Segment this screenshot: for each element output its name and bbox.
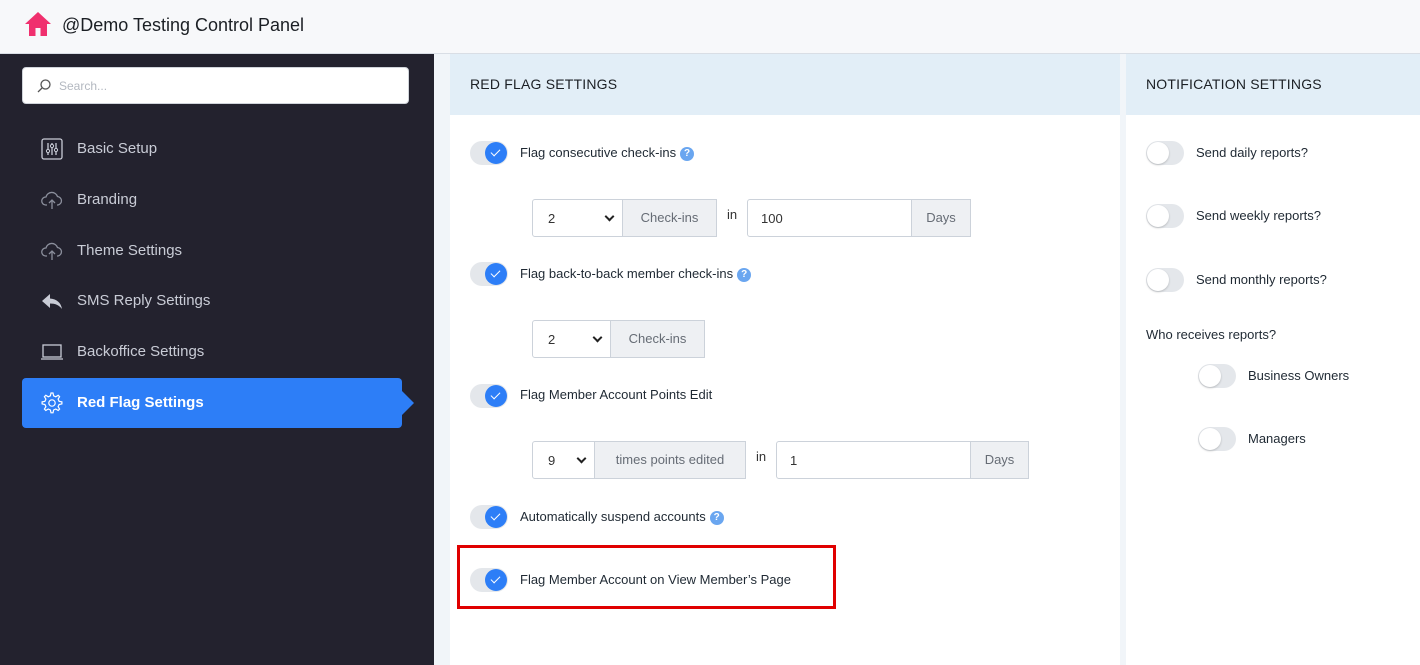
sidebar-item-red-flag-settings[interactable]: Red Flag Settings <box>22 378 414 428</box>
business-owners-label: Business Owners <box>1248 368 1350 383</box>
receivers-heading: Who receives reports? <box>1146 327 1277 342</box>
toggle-knob <box>485 142 507 164</box>
gear-icon <box>41 392 63 414</box>
sidebar-item-theme-settings[interactable]: Theme Settings <box>22 226 402 276</box>
chevron-down-icon <box>592 332 603 343</box>
monthly-reports-label: Send monthly reports? <box>1196 272 1327 287</box>
sidebar-item-label: Backoffice Settings <box>77 343 205 360</box>
daily-reports-label: Send daily reports? <box>1196 145 1309 160</box>
consecutive-checkins-toggle[interactable] <box>470 141 508 165</box>
auto-suspend-label: Automatically suspend accounts? <box>520 509 724 525</box>
red-flag-title: RED FLAG SETTINGS <box>470 76 618 92</box>
checkins-unit-addon: Check-ins <box>610 320 705 358</box>
chevron-down-icon <box>576 453 587 464</box>
business-owners-toggle[interactable] <box>1198 364 1236 388</box>
help-icon[interactable]: ? <box>680 147 695 161</box>
search-input[interactable] <box>59 76 389 96</box>
managers-toggle[interactable] <box>1198 427 1236 451</box>
consecutive-days-input[interactable]: 100 <box>747 199 913 237</box>
home-icon[interactable] <box>24 11 52 37</box>
toggle-knob <box>485 506 507 528</box>
toggle-knob <box>1147 205 1169 227</box>
cloud-upload-icon <box>41 242 63 260</box>
toggle-knob <box>485 385 507 407</box>
back-to-back-count-select[interactable]: 2 <box>532 320 612 358</box>
search-icon <box>37 79 51 93</box>
sidebar-item-backoffice-settings[interactable]: Backoffice Settings <box>22 327 402 377</box>
back-to-back-label: Flag back-to-back member check-ins? <box>520 266 752 282</box>
sidebar-item-label: SMS Reply Settings <box>77 292 211 309</box>
consecutive-count-select[interactable]: 2 <box>532 199 624 237</box>
sliders-icon <box>41 138 63 160</box>
help-icon[interactable]: ? <box>709 511 724 525</box>
notification-title: NOTIFICATION SETTINGS <box>1146 76 1322 92</box>
daily-reports-toggle[interactable] <box>1146 141 1184 165</box>
panel-title: @Demo Testing Control Panel <box>62 15 305 35</box>
cloud-upload-icon <box>41 191 63 209</box>
help-icon[interactable]: ? <box>737 268 752 282</box>
sidebar-item-sms-reply-settings[interactable]: SMS Reply Settings <box>22 276 402 326</box>
sidebar-item-label: Basic Setup <box>77 140 158 157</box>
highlight-box <box>457 545 836 609</box>
laptop-icon <box>41 344 63 360</box>
weekly-reports-toggle[interactable] <box>1146 204 1184 228</box>
consecutive-checkins-label: Flag consecutive check-ins? <box>520 145 695 161</box>
points-edit-days-input[interactable]: 1 <box>776 441 972 479</box>
points-edit-label: Flag Member Account Points Edit <box>520 387 713 402</box>
toggle-knob <box>485 263 507 285</box>
days-unit-addon: Days <box>970 441 1029 479</box>
chevron-down-icon <box>604 211 615 222</box>
sidebar-item-label: Red Flag Settings <box>77 394 204 411</box>
sidebar: Basic Setup Branding Theme Settings SMS … <box>0 54 434 665</box>
toggle-knob <box>1199 365 1221 387</box>
in-label: in <box>727 207 738 222</box>
in-label: in <box>756 449 767 464</box>
toggle-knob <box>1199 428 1221 450</box>
points-edit-toggle[interactable] <box>470 384 508 408</box>
back-to-back-toggle[interactable] <box>470 262 508 286</box>
points-edit-count-select[interactable]: 9 <box>532 441 596 479</box>
toggle-knob <box>1147 142 1169 164</box>
monthly-reports-toggle[interactable] <box>1146 268 1184 292</box>
reply-icon <box>42 294 62 309</box>
weekly-reports-label: Send weekly reports? <box>1196 208 1322 223</box>
search-box[interactable] <box>22 67 409 104</box>
notification-header: NOTIFICATION SETTINGS <box>1126 54 1420 115</box>
days-unit-addon: Days <box>911 199 971 237</box>
checkins-unit-addon: Check-ins <box>622 199 717 237</box>
times-edited-addon: times points edited <box>594 441 746 479</box>
toggle-knob <box>1147 269 1169 291</box>
notification-settings-panel: NOTIFICATION SETTINGS Send daily reports… <box>1126 54 1420 665</box>
managers-label: Managers <box>1248 431 1306 446</box>
sidebar-item-branding[interactable]: Branding <box>22 175 402 225</box>
sidebar-item-label: Theme Settings <box>77 242 183 259</box>
sidebar-item-basic-setup[interactable]: Basic Setup <box>22 124 402 174</box>
top-bar: @Demo Testing Control Panel <box>0 0 1420 54</box>
red-flag-header: RED FLAG SETTINGS <box>450 54 1120 115</box>
auto-suspend-toggle[interactable] <box>470 505 508 529</box>
sidebar-item-label: Branding <box>77 191 138 208</box>
